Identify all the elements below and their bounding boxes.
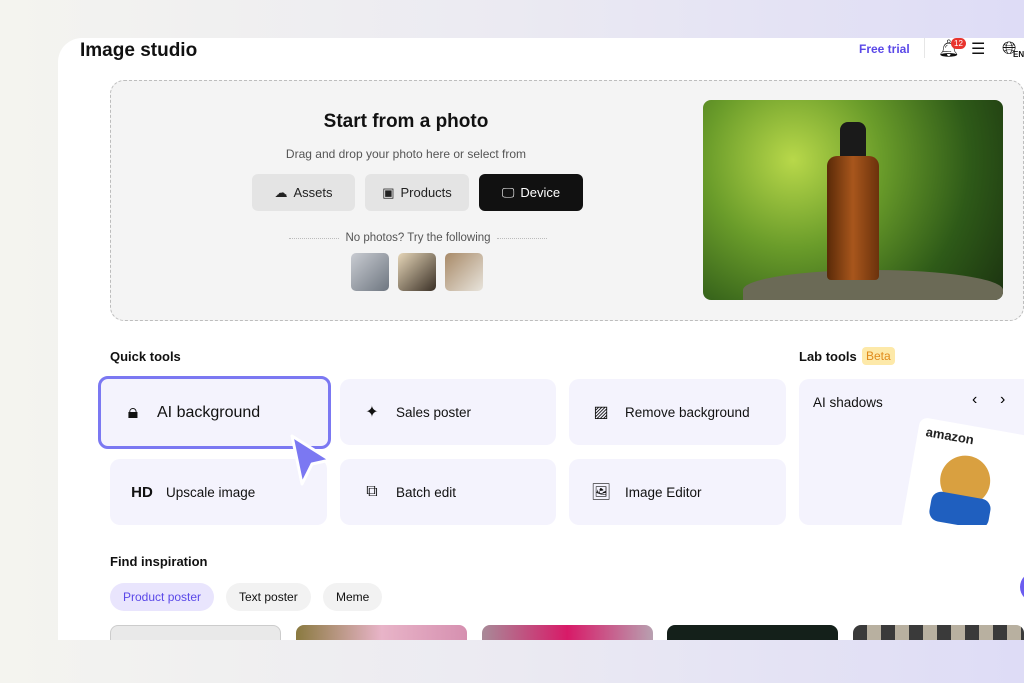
tool-label: Upscale image: [166, 485, 255, 500]
lab-card-title: AI shadows: [813, 395, 883, 410]
free-trial-link[interactable]: Free trial: [859, 42, 910, 56]
chip-text-poster[interactable]: Text poster: [226, 583, 311, 611]
products-label: Products: [400, 185, 451, 200]
chevron-left-icon[interactable]: ‹: [972, 391, 977, 409]
amazon-logo: amazon: [925, 424, 975, 447]
main-panel: Image studio Free trial 🔔︎ 12 ☰ 🌐︎ EN St…: [58, 38, 1024, 640]
upload-subtitle: Drag and drop your photo here or select …: [111, 147, 701, 161]
upload-title: Start from a photo: [111, 111, 701, 133]
bag-icon: ▣: [382, 185, 394, 201]
amazon-card: amazon: [900, 417, 1024, 525]
inspiration-thumb[interactable]: [296, 625, 467, 640]
tool-batch-edit[interactable]: ⧉ Batch edit: [340, 459, 556, 525]
inspiration-thumb[interactable]: [667, 625, 838, 640]
sample-palette[interactable]: [398, 253, 436, 291]
tool-image-editor[interactable]: 🖼︎ Image Editor: [569, 459, 786, 525]
monitor-icon: 🖵︎: [502, 185, 515, 201]
notification-badge: 12: [951, 38, 966, 49]
device-button[interactable]: 🖵︎ Device: [479, 174, 583, 211]
tool-label: Sales poster: [396, 405, 471, 420]
lab-tools-title: Lab tools: [799, 349, 857, 364]
find-inspiration-title: Find inspiration: [110, 554, 208, 569]
chip-meme[interactable]: Meme: [323, 583, 382, 611]
beta-badge: Beta: [862, 347, 895, 365]
inspiration-thumb[interactable]: [110, 625, 281, 640]
try-text: No photos? Try the following: [345, 232, 490, 244]
tool-label: AI background: [157, 404, 260, 422]
cursor-pointer-icon: [286, 432, 336, 492]
cloud-icon: ☁: [274, 185, 287, 201]
assets-label: Assets: [293, 185, 332, 200]
hero-image: [703, 100, 1003, 300]
try-samples: No photos? Try the following: [289, 232, 547, 244]
chip-product-poster[interactable]: Product poster: [110, 583, 214, 611]
device-label: Device: [520, 185, 560, 200]
sample-earbuds[interactable]: [351, 253, 389, 291]
inspiration-thumb[interactable]: [853, 625, 1024, 640]
tool-remove-background[interactable]: ▨ Remove background: [569, 379, 786, 445]
products-button[interactable]: ▣ Products: [365, 174, 469, 211]
chevron-right-icon[interactable]: ›: [1000, 391, 1005, 409]
assets-button[interactable]: ☁ Assets: [252, 174, 355, 211]
batch-icon: ⧉: [360, 483, 384, 501]
page-title: Image studio: [80, 40, 197, 62]
tool-label: Batch edit: [396, 485, 456, 500]
stack-icon[interactable]: ☰: [971, 39, 985, 59]
eraser-icon: ▨: [589, 402, 613, 422]
sparkle-icon: ✦: [360, 402, 384, 422]
image-edit-icon: 🖼︎: [589, 482, 613, 502]
lab-card-ai-shadows[interactable]: AI shadows ‹ › amazon: [799, 379, 1024, 525]
dropper-cap: [840, 122, 866, 160]
inspiration-thumb[interactable]: [482, 625, 653, 640]
tool-sales-poster[interactable]: ✦ Sales poster: [340, 379, 556, 445]
language-label[interactable]: EN: [1013, 50, 1024, 59]
hd-icon: HD: [130, 484, 154, 501]
bottle: [827, 156, 879, 280]
quick-tools-title: Quick tools: [110, 349, 181, 364]
floating-action-button[interactable]: [1020, 572, 1024, 602]
tool-label: Remove background: [625, 405, 750, 420]
bag-dashed-icon: 🔒︎: [121, 401, 145, 424]
tool-label: Image Editor: [625, 485, 702, 500]
upload-dropzone[interactable]: Start from a photo Drag and drop your ph…: [110, 80, 1024, 321]
divider: [924, 38, 925, 58]
sample-chair[interactable]: [445, 253, 483, 291]
